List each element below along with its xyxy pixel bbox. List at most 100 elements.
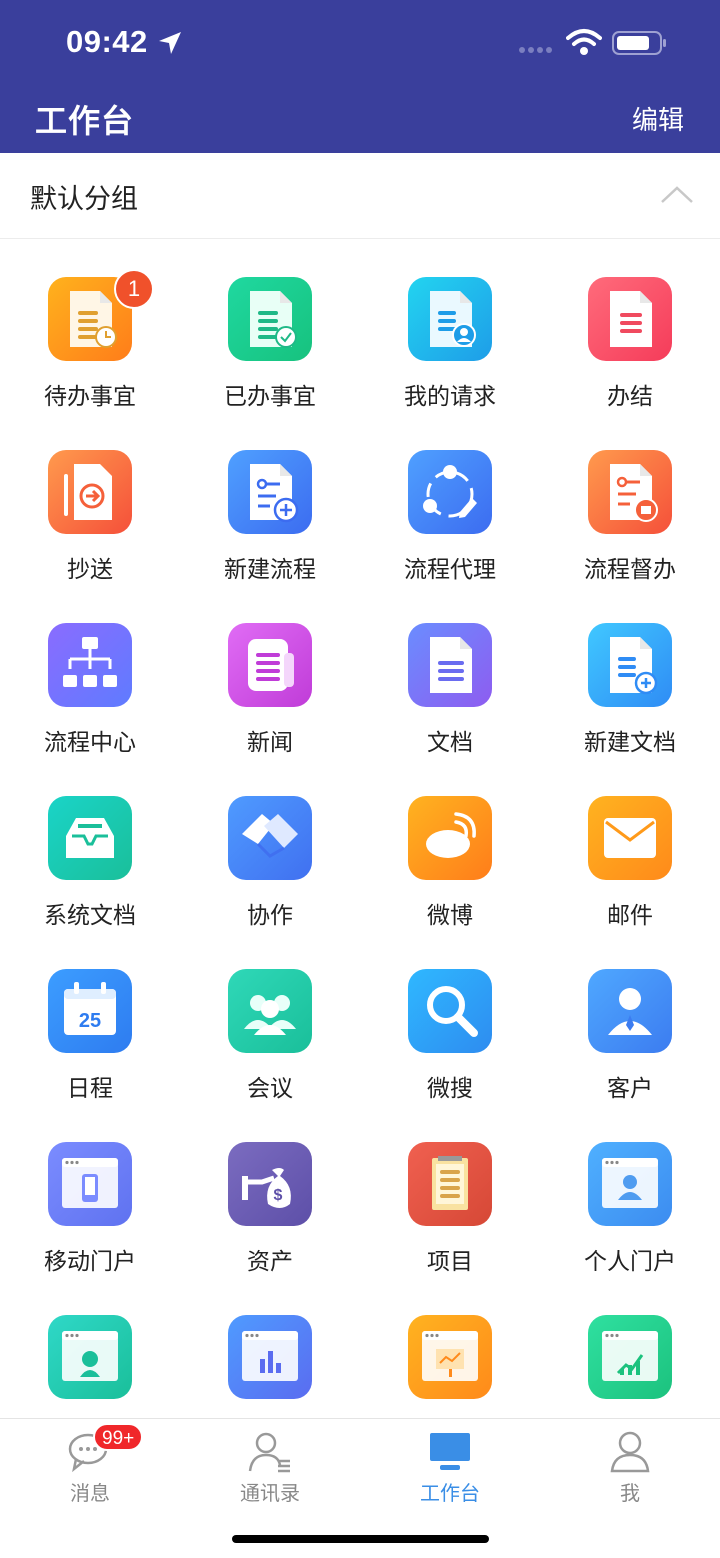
app-tile-search[interactable]: 微搜 [360, 969, 540, 1109]
app-tile-pending-tasks[interactable]: 待办事宜 1 [0, 269, 180, 417]
app-label: 客户 [607, 1075, 653, 1101]
app-label: 抄送 [67, 556, 113, 582]
report-portal-icon [228, 1315, 312, 1399]
group-title: 默认分组 [30, 184, 138, 214]
service-portal-icon [48, 1315, 132, 1399]
mail-icon [588, 796, 672, 880]
document-icon [408, 623, 492, 707]
app-label: 文档 [427, 729, 473, 755]
app-tile-weibo[interactable]: 微博 [360, 796, 540, 936]
app-label: 我的请求 [404, 383, 496, 409]
tab-workbench[interactable]: 工作台 [360, 1419, 540, 1509]
app-tile-mobile-portal[interactable]: 移动门户 [0, 1142, 180, 1282]
app-label: 系统文档 [44, 902, 136, 928]
workflow-proxy-icon [408, 450, 492, 534]
cellular-signal-icon [519, 47, 552, 53]
tab-label: 通讯录 [240, 1483, 300, 1505]
done-tasks-icon [228, 277, 312, 361]
app-tile-project[interactable]: 项目 [360, 1142, 540, 1282]
app-label: 新闻 [247, 729, 293, 755]
unread-badge: 99+ [93, 1423, 144, 1451]
app-label: 会议 [247, 1075, 293, 1101]
app-tile-assets[interactable]: $ 资产 [180, 1142, 360, 1282]
app-label: 新建文档 [584, 729, 676, 755]
system-document-icon [48, 796, 132, 880]
tab-label: 我 [620, 1483, 640, 1505]
cc-icon [48, 450, 132, 534]
customer-icon [588, 969, 672, 1053]
tab-contacts[interactable]: 通讯录 [180, 1419, 360, 1509]
new-document-icon [588, 623, 672, 707]
workbench-icon [430, 1433, 470, 1470]
app-tile-new-workflow[interactable]: 新建流程 [180, 450, 360, 590]
app-label: 待办事宜 [44, 383, 136, 409]
app-tile-customer[interactable]: 客户 [540, 969, 720, 1109]
app-tile-done-tasks[interactable]: 已办事宜 [180, 277, 360, 417]
app-tile-my-requests[interactable]: 我的请求 [360, 277, 540, 417]
svg-text:25: 25 [79, 1010, 101, 1032]
status-time: 09:42 [66, 24, 148, 59]
app-tile-workflow-center[interactable]: 流程中心 [0, 623, 180, 763]
news-icon [228, 623, 312, 707]
tab-profile[interactable]: 我 [540, 1419, 720, 1509]
app-label: 项目 [427, 1248, 473, 1274]
search-icon [408, 969, 492, 1053]
group-header[interactable]: 默认分组 [0, 153, 720, 239]
app-tile-system-document[interactable]: 系统文档 [0, 796, 180, 936]
app-tile-news[interactable]: 新闻 [180, 623, 360, 763]
contacts-icon [248, 1432, 290, 1473]
app-label: 流程督办 [584, 556, 676, 582]
workflow-center-icon [48, 623, 132, 707]
workflow-supervise-icon [588, 450, 672, 534]
edit-button[interactable]: 编辑 [632, 100, 684, 137]
assets-icon: $ [228, 1142, 312, 1226]
app-label: 微搜 [427, 1075, 473, 1101]
app-label: 协作 [247, 902, 293, 928]
app-label: 资产 [247, 1248, 293, 1274]
app-label: 已办事宜 [224, 383, 316, 409]
app-tile-personal-portal[interactable]: 个人门户 [540, 1142, 720, 1282]
top-bar: 09:42 工作台 编辑 [0, 0, 720, 153]
mobile-portal-icon [48, 1142, 132, 1226]
new-workflow-icon [228, 450, 312, 534]
app-tile-mail[interactable]: 邮件 [540, 796, 720, 936]
tab-label: 消息 [70, 1483, 110, 1505]
app-tile-completed[interactable]: 办结 [540, 277, 720, 417]
calendar-icon: 25 [48, 969, 132, 1053]
location-arrow-icon [159, 32, 181, 54]
app-tile-new-document[interactable]: 新建文档 [540, 623, 720, 763]
app-tile-calendar[interactable]: 25 日程 [0, 969, 180, 1109]
app-tile-meeting[interactable]: 会议 [180, 969, 360, 1109]
completed-icon [588, 277, 672, 361]
profile-icon [610, 1431, 650, 1473]
app-tile-document[interactable]: 文档 [360, 623, 540, 763]
app-tile-workflow-supervise[interactable]: 流程督办 [540, 450, 720, 590]
analytics-portal-icon [588, 1315, 672, 1399]
wifi-icon [566, 29, 602, 55]
app-label: 新建流程 [224, 556, 316, 582]
notification-badge: 1 [114, 269, 154, 309]
app-label: 流程代理 [404, 556, 496, 582]
app-label: 办结 [607, 383, 653, 409]
app-tile-collaboration[interactable]: 协作 [180, 796, 360, 936]
page-title: 工作台 [35, 103, 135, 139]
project-icon [408, 1142, 492, 1226]
app-label: 个人门户 [584, 1248, 676, 1274]
app-label: 移动门户 [44, 1248, 136, 1274]
meeting-icon [228, 969, 312, 1053]
battery-icon [612, 31, 666, 55]
chevron-up-icon[interactable] [660, 184, 694, 204]
home-indicator [232, 1535, 489, 1543]
app-label: 流程中心 [44, 729, 136, 755]
app-tile-cc[interactable]: 抄送 [0, 450, 180, 590]
weibo-icon [408, 796, 492, 880]
app-label: 邮件 [607, 902, 653, 928]
collaboration-icon [228, 796, 312, 880]
presentation-portal-icon [408, 1315, 492, 1399]
tab-label: 工作台 [420, 1483, 480, 1505]
tab-message[interactable]: 消息 99+ [0, 1419, 180, 1509]
my-requests-icon [408, 277, 492, 361]
svg-text:$: $ [274, 1187, 283, 1204]
app-tile-workflow-proxy[interactable]: 流程代理 [360, 450, 540, 590]
app-label: 微博 [427, 902, 473, 928]
